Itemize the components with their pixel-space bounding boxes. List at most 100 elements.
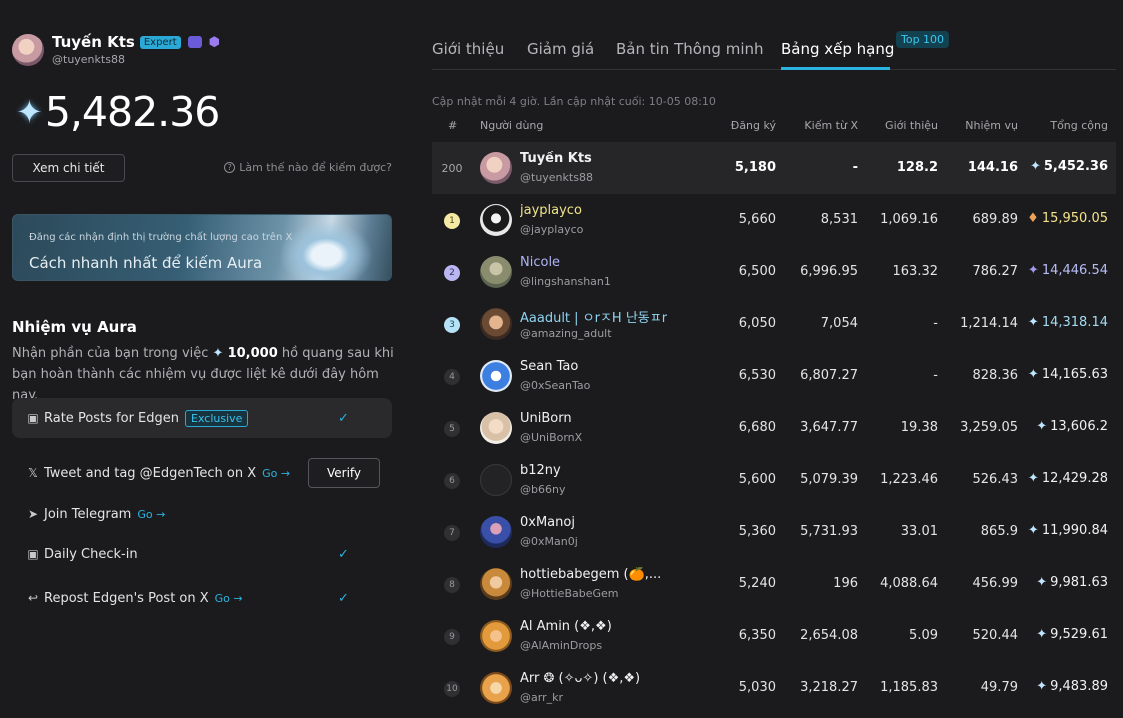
total-amount: 14,165.63 (1041, 367, 1108, 382)
earned-x-value: 5,079.39 (800, 472, 858, 487)
user-handle: @0xSeanTao (520, 379, 591, 392)
referral-value: 33.01 (900, 524, 938, 539)
avatar[interactable] (480, 464, 512, 496)
banner-subtitle: Đăng các nhận định thị trường chất lượng… (29, 232, 293, 243)
avatar[interactable] (480, 204, 512, 236)
profile-name-row: Tuyến Kts Expert ⬢ (52, 33, 220, 51)
table-row[interactable]: 1 jayplayco @jayplayco 5,660 8,531 1,069… (432, 194, 1116, 246)
table-row[interactable]: 6 b12ny @b66ny 5,600 5,079.39 1,223.46 5… (432, 454, 1116, 506)
task-repost[interactable]: ↩ Repost Edgen's Post on X Go → ✓ (12, 578, 392, 618)
aura-star-icon: ✦ (1027, 367, 1039, 382)
discord-icon[interactable] (187, 36, 202, 48)
rank-badge: 1 (444, 213, 460, 229)
user-name[interactable]: b12ny (520, 463, 561, 478)
user-name[interactable]: Nicole (520, 255, 560, 270)
earned-x-value: 3,647.77 (800, 420, 858, 435)
referral-value: 163.32 (892, 264, 939, 279)
task-tweet-tag[interactable]: 𝕏 Tweet and tag @EdgenTech on X Go → Ver… (12, 453, 392, 493)
user-name[interactable]: Arr ❂ (✧ᴗ✧) (❖,❖) (520, 671, 640, 686)
total-value: ✦ 12,429.28 (1028, 471, 1108, 486)
table-row[interactable]: 2 Nicole @lingshanshan1 6,500 6,996.95 1… (432, 246, 1116, 298)
earned-x-value: 8,531 (820, 212, 858, 227)
user-handle: @b66ny (520, 483, 566, 496)
question-icon: ? (224, 162, 236, 173)
table-row[interactable]: 3 Aaadult | ㅇrㅈH 난동ㅍr @amazing_adult 6,0… (432, 298, 1116, 350)
table-row[interactable]: 10 Arr ❂ (✧ᴗ✧) (❖,❖) @arr_kr 5,030 3,218… (432, 662, 1116, 714)
total-amount: 9,483.89 (1050, 679, 1108, 694)
tasks-value: 786.27 (972, 264, 1019, 279)
flame-icon: ♦ (1027, 211, 1039, 226)
referral-value: 4,088.64 (880, 576, 938, 591)
verify-button[interactable]: Verify (308, 458, 380, 488)
left-panel: Tuyến Kts Expert ⬢ @tuyenkts88 ✦ 5,482.3… (0, 0, 404, 718)
registration-value: 5,240 (738, 576, 776, 591)
go-link[interactable]: Go → (215, 592, 243, 605)
promo-banner[interactable]: Đăng các nhận định thị trường chất lượng… (12, 214, 392, 281)
tab-leaderboard[interactable]: Bảng xếp hạng (781, 40, 894, 58)
how-to-earn-label: Làm thế nào để kiếm được? (239, 161, 392, 174)
aura-star-icon: ✦ (1029, 159, 1041, 174)
earned-x-value: 6,807.27 (800, 368, 858, 383)
table-header: # Người dùng Đăng ký Kiếm từ X Giới thiệ… (432, 119, 1116, 135)
referral-value: - (933, 316, 938, 331)
how-to-earn-link[interactable]: ? Làm thế nào để kiếm được? (224, 161, 392, 174)
avatar[interactable] (480, 672, 512, 704)
calendar-check-icon: ▣ (27, 547, 39, 561)
hexagon-icon[interactable]: ⬢ (209, 35, 220, 50)
user-name[interactable]: Aaadult | ㅇrㅈH 난동ㅍr (520, 307, 667, 326)
task-rate-posts[interactable]: ▣ Rate Posts for Edgen Exclusive ✓ (12, 398, 392, 438)
user-handle: @HottieBabeGem (520, 587, 619, 600)
task-join-telegram[interactable]: ➤ Join Telegram Go → (12, 494, 392, 534)
total-value: ♦ 15,950.05 (1027, 211, 1108, 226)
table-row[interactable]: 8 hottiebabegem (🍊,... @HottieBabeGem 5,… (432, 558, 1116, 610)
registration-value: 6,050 (738, 316, 776, 331)
avatar[interactable] (12, 33, 44, 66)
repost-icon: ↩ (27, 591, 39, 605)
tab-introduction[interactable]: Giới thiệu (432, 40, 504, 58)
table-row[interactable]: 5 UniBorn @UniBornX 6,680 3,647.77 19.38… (432, 402, 1116, 454)
user-name[interactable]: 0xManoj (520, 515, 575, 530)
user-name[interactable]: Sean Tao (520, 359, 578, 374)
aura-star-icon: ✦ (16, 93, 43, 131)
go-link[interactable]: Go → (262, 467, 290, 480)
rank-badge: 10 (444, 681, 460, 697)
tasks-value: 456.99 (972, 576, 1019, 591)
banner-art (271, 215, 381, 280)
avatar[interactable] (480, 360, 512, 392)
avatar[interactable] (480, 308, 512, 340)
task-daily-checkin[interactable]: ▣ Daily Check-in ✓ (12, 534, 392, 574)
avatar[interactable] (480, 256, 512, 288)
tab-discounts[interactable]: Giảm giá (527, 40, 594, 58)
user-name[interactable]: hottiebabegem (🍊,... (520, 567, 661, 582)
table-row[interactable]: 9 Al Amin (❖,❖) @AlAminDrops 6,350 2,654… (432, 610, 1116, 662)
user-name[interactable]: Tuyến Kts (520, 151, 592, 166)
user-handle: @arr_kr (520, 691, 563, 704)
rank-badge: 9 (444, 629, 460, 645)
table-row[interactable]: 4 Sean Tao @0xSeanTao 6,530 6,807.27 - 8… (432, 350, 1116, 402)
go-link[interactable]: Go → (137, 508, 165, 521)
my-rank-row[interactable]: 200 Tuyến Kts @tuyenkts88 5,180 - 128.2 … (432, 142, 1116, 194)
active-tab-indicator (781, 67, 890, 70)
avatar[interactable] (480, 412, 512, 444)
balance-value: 5,482.36 (44, 88, 221, 136)
tasks-value: 1,214.14 (960, 316, 1018, 331)
user-name[interactable]: Al Amin (❖,❖) (520, 619, 612, 634)
avatar[interactable] (480, 620, 512, 652)
avatar[interactable] (480, 516, 512, 548)
avatar[interactable] (480, 568, 512, 600)
earned-x-value: 2,654.08 (800, 628, 858, 643)
user-name[interactable]: UniBorn (520, 411, 572, 426)
user-handle: @AlAminDrops (520, 639, 603, 652)
col-registration: Đăng ký (730, 119, 776, 132)
rank-badge: 8 (444, 577, 460, 593)
avatar[interactable] (480, 152, 512, 184)
tasks-desc-pre: Nhận phần của bạn trong việc (12, 346, 209, 361)
earned-x-value: 196 (833, 576, 858, 591)
registration-value: 6,350 (738, 628, 776, 643)
tab-smart-news[interactable]: Bản tin Thông minh (616, 40, 764, 58)
user-name[interactable]: jayplayco (520, 203, 582, 218)
view-details-button[interactable]: Xem chi tiết (12, 154, 125, 182)
table-row[interactable]: 7 0xManoj @0xMan0j 5,360 5,731.93 33.01 … (432, 506, 1116, 558)
rank-badge: 2 (444, 265, 460, 281)
total-amount: 14,446.54 (1041, 263, 1108, 278)
